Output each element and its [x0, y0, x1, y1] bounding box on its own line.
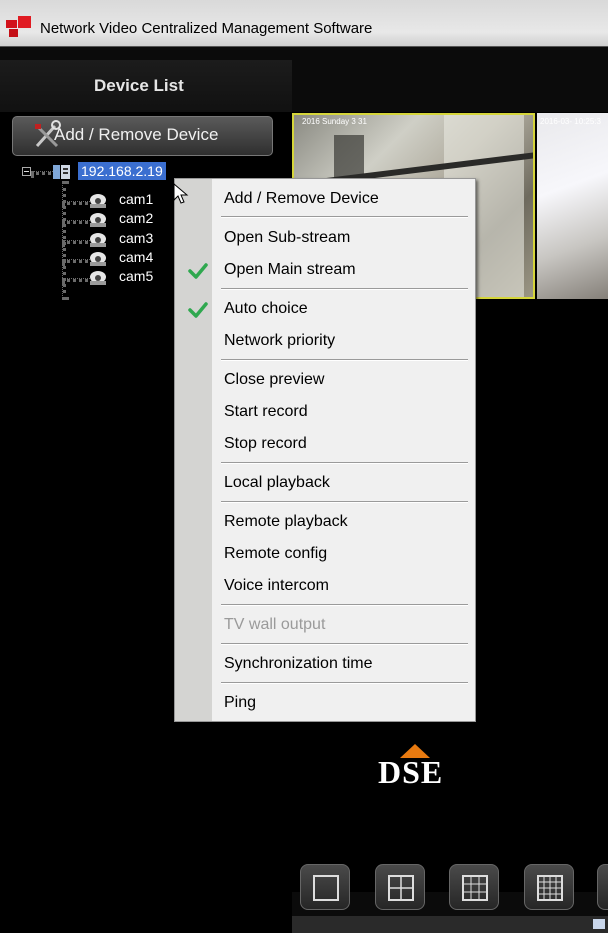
camera-label: cam2	[119, 210, 154, 226]
tree-camera-item[interactable]: cam3	[88, 230, 168, 249]
dome-camera-icon	[88, 269, 108, 287]
menu-item-start-record[interactable]: Start record	[224, 403, 308, 421]
bottom-status-strip	[292, 916, 608, 933]
tree-camera-item[interactable]: cam5	[88, 268, 168, 287]
menu-separator	[221, 216, 468, 218]
menu-item-stop-record[interactable]: Stop record	[224, 435, 307, 453]
camera-label: cam4	[119, 249, 154, 265]
video-osd-timestamp: 2016 Sunday 3 31	[302, 117, 367, 126]
camera-label: cam5	[119, 268, 154, 284]
device-list-title: Device List	[94, 76, 184, 95]
tree-camera-item[interactable]: cam4	[88, 249, 168, 268]
dome-camera-icon	[88, 211, 108, 229]
camera-label: cam3	[119, 230, 154, 246]
device-node-label[interactable]: 192.168.2.19	[78, 162, 166, 180]
menu-separator	[221, 501, 468, 503]
menu-item-add-remove-device[interactable]: Add / Remove Device	[224, 190, 379, 208]
dome-camera-icon	[88, 192, 108, 210]
brand-logo: DSE	[378, 754, 444, 790]
context-menu	[174, 178, 476, 722]
tree-camera-item[interactable]: cam1	[88, 191, 168, 210]
menu-separator	[221, 288, 468, 290]
menu-separator	[221, 604, 468, 606]
layout-4x4-button[interactable]	[524, 864, 574, 910]
context-menu-gutter	[175, 179, 212, 721]
menu-separator	[221, 359, 468, 361]
menu-item-open-sub-stream[interactable]: Open Sub-stream	[224, 229, 350, 247]
checkmark-icon	[188, 302, 208, 318]
menu-separator	[221, 462, 468, 464]
dome-camera-icon	[88, 250, 108, 268]
video-window[interactable]	[537, 113, 608, 299]
tree-collapse-toggle[interactable]	[22, 167, 31, 176]
video-osd-timestamp: 2016-03- 10:25:3	[540, 117, 601, 126]
menu-separator	[221, 643, 468, 645]
window-title: Network Video Centralized Management Sof…	[40, 20, 373, 37]
menu-item-remote-playback[interactable]: Remote playback	[224, 513, 348, 531]
scroll-down-arrow-icon[interactable]	[593, 919, 605, 929]
mouse-cursor-icon	[173, 182, 189, 210]
dvr-device-icon	[52, 163, 72, 181]
add-remove-device-label: Add / Remove Device	[54, 125, 219, 144]
menu-item-synchronization-time[interactable]: Synchronization time	[224, 655, 373, 673]
menu-item-tv-wall-output: TV wall output	[224, 616, 326, 633]
layout-sixteen-icon	[537, 875, 563, 901]
camera-label: cam1	[119, 191, 154, 207]
layout-nine-icon	[462, 875, 488, 901]
layout-2x2-button[interactable]	[375, 864, 425, 910]
menu-item-close-preview[interactable]: Close preview	[224, 371, 324, 389]
layout-3x3-button[interactable]	[449, 864, 499, 910]
layout-1x1-button[interactable]	[300, 864, 350, 910]
app-icon	[6, 16, 32, 38]
tree-camera-item[interactable]: cam2	[88, 210, 168, 229]
menu-item-open-main-stream[interactable]: Open Main stream	[224, 261, 356, 279]
layout-quad-icon	[388, 875, 414, 901]
menu-item-ping[interactable]: Ping	[224, 694, 256, 712]
menu-item-remote-config[interactable]: Remote config	[224, 545, 327, 563]
dome-camera-icon	[88, 231, 108, 249]
layout-more-button[interactable]	[597, 864, 608, 910]
menu-item-auto-choice[interactable]: Auto choice	[224, 300, 308, 318]
menu-item-network-priority[interactable]: Network priority	[224, 332, 335, 350]
menu-separator	[221, 682, 468, 684]
layout-single-icon	[313, 875, 339, 901]
menu-item-local-playback[interactable]: Local playback	[224, 474, 330, 492]
checkmark-icon	[188, 263, 208, 279]
menu-item-voice-intercom[interactable]: Voice intercom	[224, 577, 329, 595]
